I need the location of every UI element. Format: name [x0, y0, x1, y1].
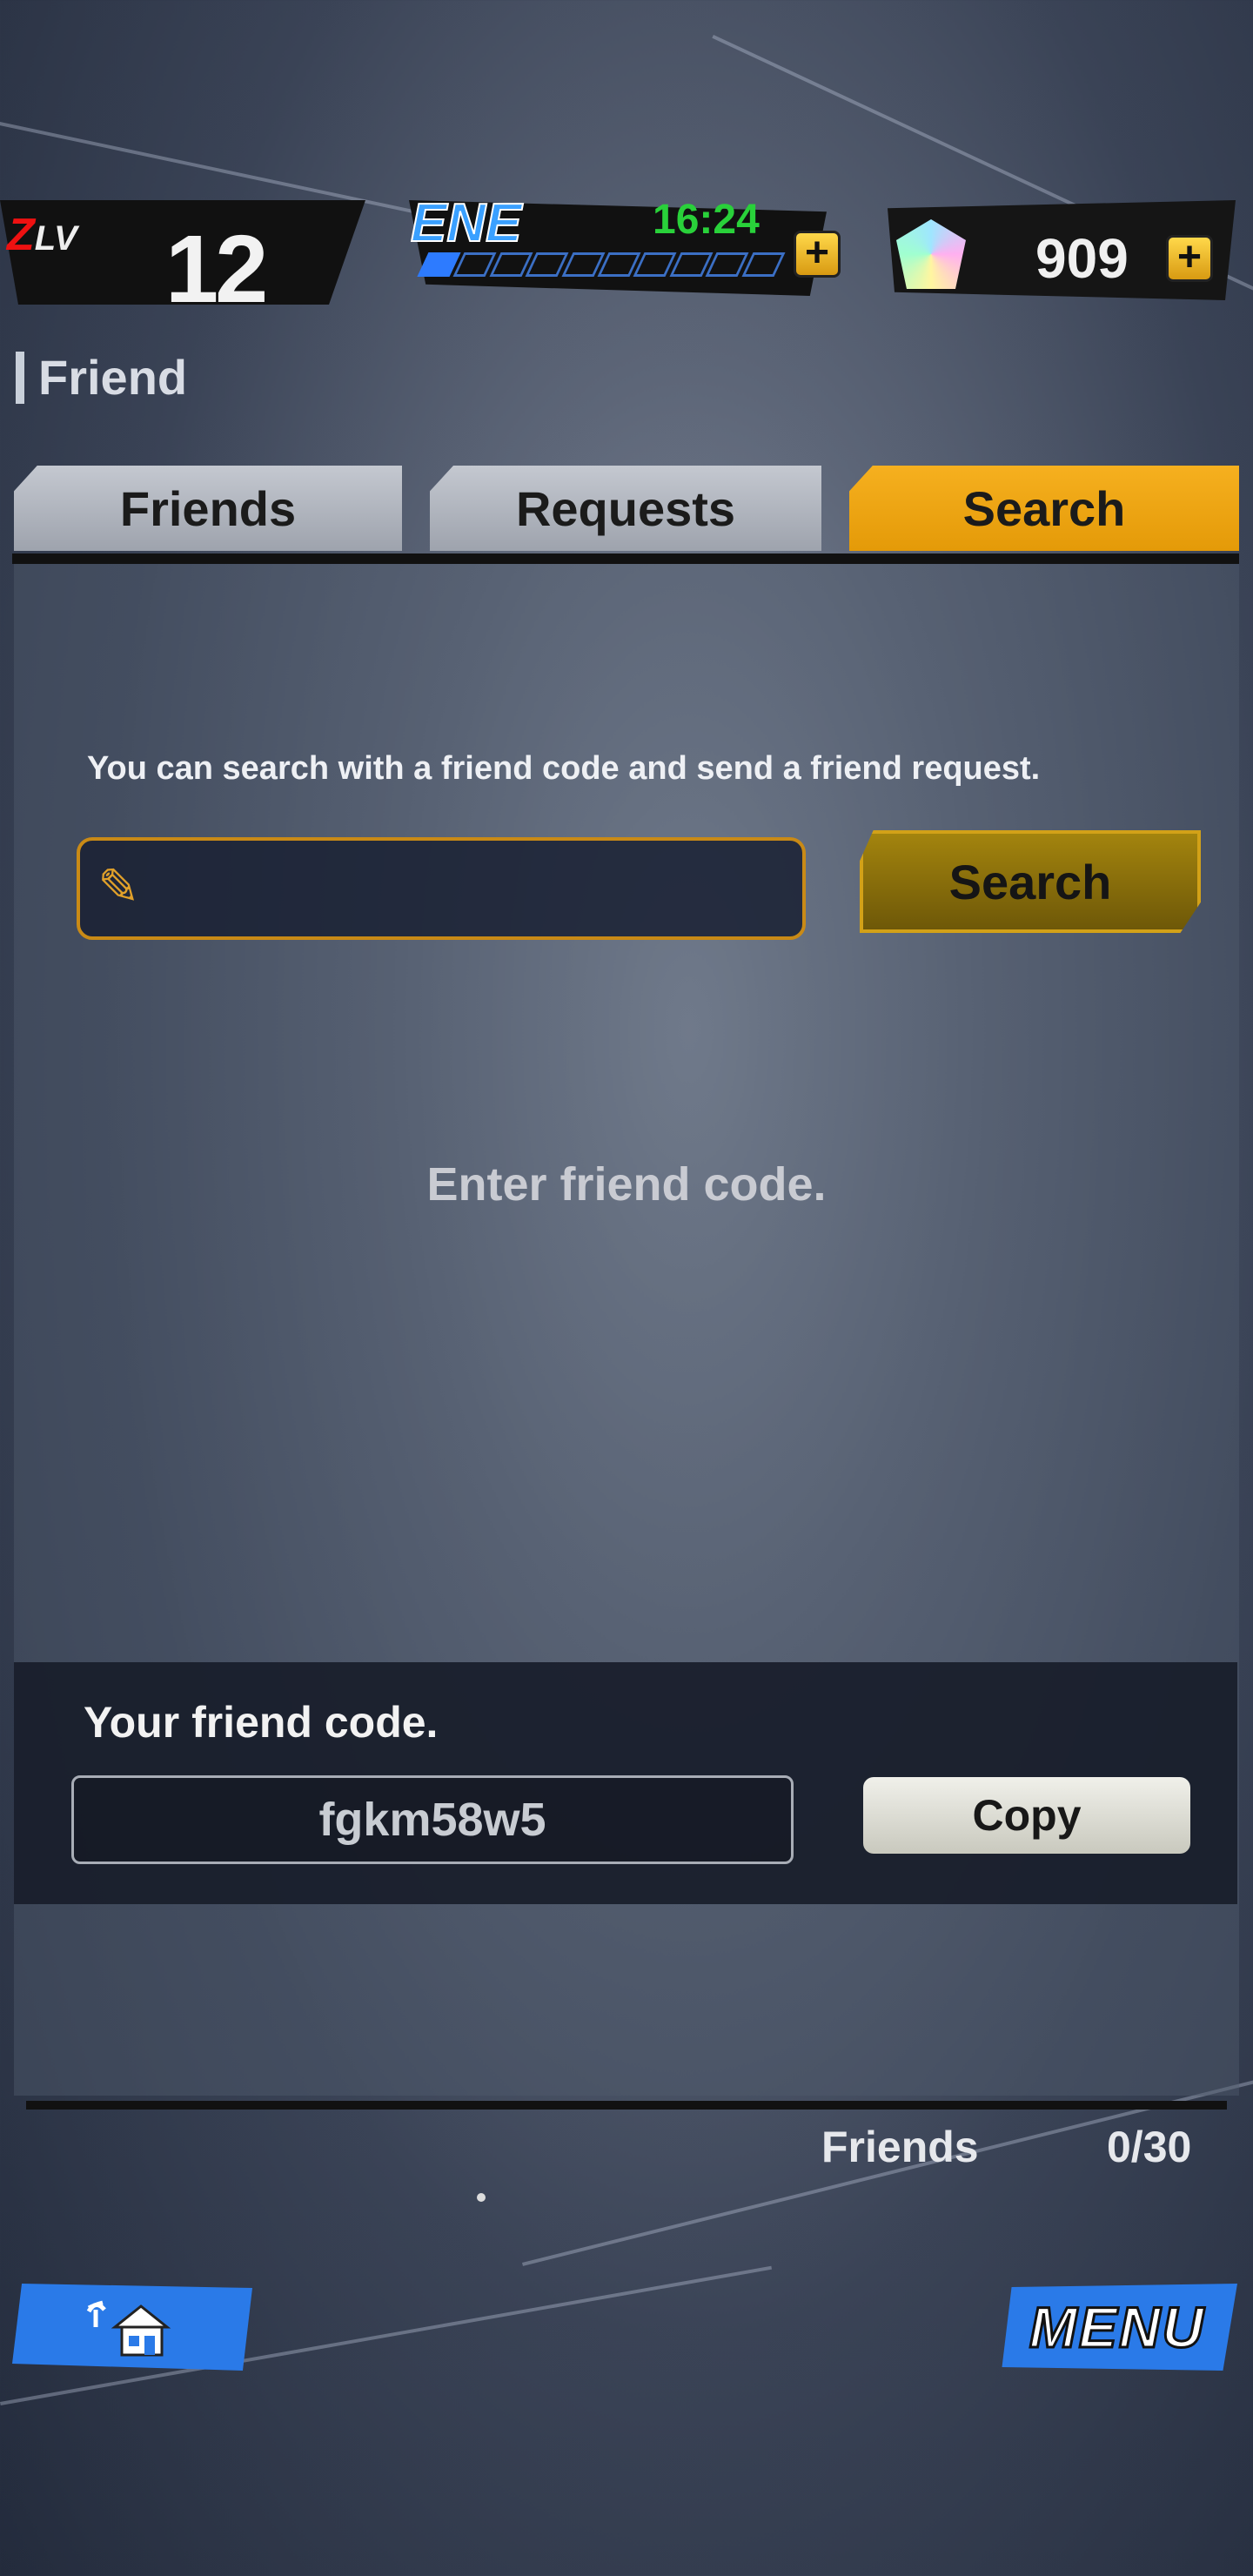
level-tag-lv: LV	[34, 219, 77, 258]
page-title: Friend	[16, 352, 187, 404]
panel-bottom-divider	[26, 2101, 1227, 2110]
add-energy-button[interactable]: +	[794, 231, 841, 278]
friends-count-value: 0/30	[1107, 2123, 1192, 2171]
pencil-icon: ✎	[97, 859, 140, 916]
my-friend-code-value: fgkm58w5	[71, 1775, 794, 1864]
level-tag-z: Z	[7, 210, 35, 260]
energy-meter: ENE 16:24 +	[392, 187, 861, 309]
energy-timer: 16:24	[653, 197, 760, 243]
empty-state-message: Enter friend code.	[426, 1158, 827, 1211]
copy-button[interactable]: Copy	[863, 1777, 1190, 1854]
gem-counter: 909 +	[888, 191, 1244, 309]
player-level-badge: ZLV 12	[0, 183, 374, 323]
home-icon	[86, 2300, 171, 2357]
tab-search[interactable]: Search	[849, 466, 1239, 551]
decorative-dot	[477, 2193, 486, 2202]
friends-count-label: Friends	[821, 2123, 979, 2171]
search-button[interactable]: Search	[860, 830, 1201, 933]
tab-friends[interactable]: Friends	[14, 466, 402, 551]
add-gems-button[interactable]: +	[1166, 235, 1213, 282]
search-hint: You can search with a friend code and se…	[87, 750, 1041, 787]
home-button[interactable]	[12, 2284, 252, 2371]
level-value: 12	[165, 216, 268, 323]
energy-bar-segment	[741, 252, 786, 277]
tab-divider	[12, 553, 1239, 564]
tab-requests[interactable]: Requests	[430, 466, 821, 551]
energy-tag: ENE	[410, 192, 522, 254]
menu-button[interactable]: MENU	[1002, 2284, 1237, 2371]
my-friend-code-label: Your friend code.	[84, 1698, 439, 1747]
friend-code-input[interactable]: ✎	[77, 837, 806, 940]
gem-count: 909	[1035, 227, 1129, 290]
energy-bar	[417, 252, 786, 277]
